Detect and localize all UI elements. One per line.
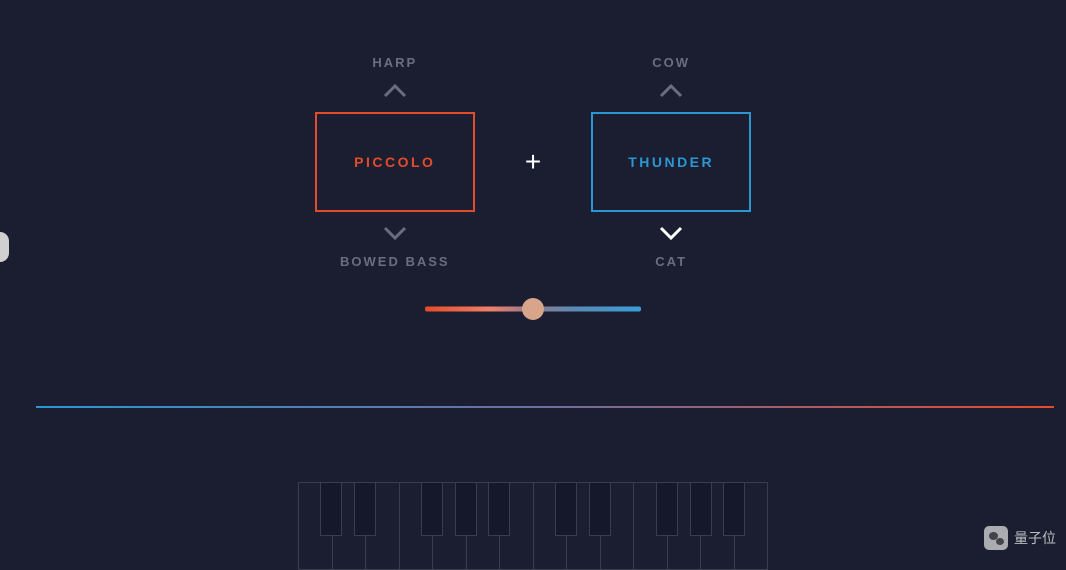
right-next-label: CAT [655, 254, 687, 269]
chevron-up-icon[interactable] [659, 84, 683, 98]
chevron-down-icon[interactable] [659, 226, 683, 240]
black-key[interactable] [555, 482, 577, 536]
left-sound-label: PICCOLO [354, 154, 435, 170]
chevron-up-icon[interactable] [383, 84, 407, 98]
black-key[interactable] [690, 482, 712, 536]
watermark: 量子位 [984, 526, 1056, 550]
chevron-down-icon[interactable] [383, 226, 407, 240]
black-key[interactable] [656, 482, 678, 536]
black-key[interactable] [354, 482, 376, 536]
keyboard-wrapper [298, 482, 768, 570]
gradient-divider [36, 406, 1054, 408]
left-prev-label: HARP [372, 55, 417, 70]
piano-keyboard [298, 482, 768, 570]
wechat-icon [984, 526, 1008, 550]
right-sound-label: THUNDER [628, 154, 714, 170]
right-sound-box[interactable]: THUNDER [591, 112, 751, 212]
left-edge-handle [0, 232, 9, 262]
plus-icon: + [515, 146, 551, 178]
blend-slider-container [0, 299, 1066, 319]
left-sound-box[interactable]: PICCOLO [315, 112, 475, 212]
left-selector-column: HARP PICCOLO BOWED BASS [315, 55, 475, 269]
sound-selectors: HARP PICCOLO BOWED BASS + COW THUNDER CA… [0, 0, 1066, 269]
right-prev-label: COW [652, 55, 690, 70]
black-key[interactable] [723, 482, 745, 536]
right-selector-column: COW THUNDER CAT [591, 55, 751, 269]
black-key[interactable] [455, 482, 477, 536]
black-key[interactable] [421, 482, 443, 536]
slider-thumb[interactable] [522, 298, 544, 320]
black-key[interactable] [488, 482, 510, 536]
black-key[interactable] [320, 482, 342, 536]
left-next-label: BOWED BASS [340, 254, 450, 269]
watermark-text: 量子位 [1014, 528, 1056, 548]
blend-slider[interactable] [425, 299, 641, 319]
black-key[interactable] [589, 482, 611, 536]
